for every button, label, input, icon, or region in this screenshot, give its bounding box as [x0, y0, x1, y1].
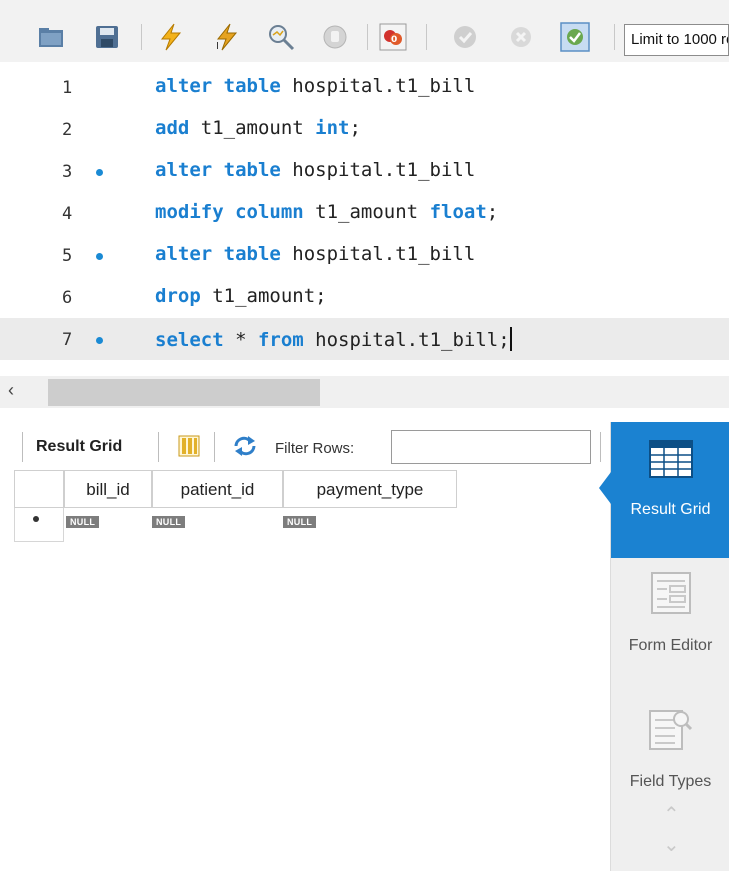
- code-text: add t1_amount int;: [155, 117, 361, 139]
- svg-text:I: I: [216, 41, 219, 51]
- side-tab-form-editor[interactable]: Form Editor: [611, 558, 729, 694]
- statement-marker-icon: [96, 253, 103, 260]
- scroll-left-icon[interactable]: ‹: [8, 380, 14, 401]
- scrollbar-thumb[interactable]: [48, 379, 320, 406]
- column-header-patient-id[interactable]: patient_id: [152, 470, 283, 508]
- table-cell[interactable]: NULL: [66, 512, 100, 530]
- line-number: 5: [62, 246, 73, 266]
- code-text: alter table hospital.t1_bill: [155, 243, 476, 265]
- editor-line-current[interactable]: 7 select * from hospital.t1_bill;: [0, 318, 729, 360]
- null-badge: NULL: [66, 516, 100, 528]
- sql-editor[interactable]: 1 alter table hospital.t1_bill 2 add t1_…: [0, 62, 729, 374]
- line-number: 7: [62, 330, 73, 350]
- side-tab-label: Field Types: [629, 773, 712, 790]
- result-side-panel: Result Grid Form Editor Field Types ⌃ ⌄: [599, 422, 729, 871]
- execute-current-icon[interactable]: I: [212, 22, 242, 52]
- line-number: 6: [62, 288, 73, 308]
- statement-marker-icon: [96, 169, 103, 176]
- stop-icon[interactable]: [320, 22, 350, 52]
- save-icon[interactable]: [92, 22, 122, 52]
- new-row-marker[interactable]: [14, 508, 64, 542]
- editor-line[interactable]: 3 alter table hospital.t1_bill: [0, 150, 729, 192]
- new-row-icon: [33, 516, 39, 522]
- column-header-payment-type[interactable]: payment_type: [283, 470, 457, 508]
- query-toolbar: I 0 Limit to 1000 rows: [0, 0, 729, 62]
- null-badge: NULL: [152, 516, 186, 528]
- rollback-icon[interactable]: [506, 22, 536, 52]
- refresh-icon[interactable]: [232, 435, 258, 457]
- svg-text:0: 0: [391, 35, 397, 45]
- grid-corner-header: [14, 470, 64, 508]
- table-cell[interactable]: NULL: [152, 512, 186, 530]
- side-tab-label: Form Editor: [628, 637, 713, 654]
- limit-rows-select[interactable]: Limit to 1000 rows: [624, 24, 729, 56]
- code-text: drop t1_amount;: [155, 285, 327, 307]
- side-tab-label: Result Grid: [630, 501, 711, 518]
- editor-line[interactable]: 5 alter table hospital.t1_bill: [0, 234, 729, 276]
- field-types-icon: [649, 708, 693, 755]
- column-layout-icon[interactable]: [178, 435, 200, 457]
- editor-line[interactable]: 6 drop t1_amount;: [0, 276, 729, 318]
- side-tab-result-grid[interactable]: Result Grid: [599, 422, 729, 558]
- open-folder-icon[interactable]: [36, 22, 66, 52]
- result-toolbar: Result Grid Filter Rows:: [0, 422, 610, 470]
- code-text: modify column t1_amount float;: [155, 201, 499, 223]
- autocommit-icon[interactable]: [560, 22, 590, 52]
- editor-horizontal-scrollbar[interactable]: ‹: [0, 376, 729, 408]
- chevron-down-icon[interactable]: ⌄: [663, 832, 680, 857]
- line-number: 3: [62, 162, 73, 182]
- filter-rows-input[interactable]: [391, 430, 591, 464]
- null-badge: NULL: [283, 516, 317, 528]
- explain-icon[interactable]: [266, 22, 296, 52]
- code-text: alter table hospital.t1_bill: [155, 159, 476, 181]
- result-grid-tab-label[interactable]: Result Grid: [36, 438, 122, 456]
- table-cell[interactable]: NULL: [283, 512, 317, 530]
- result-grid-icon: [649, 440, 693, 483]
- line-number: 4: [62, 204, 73, 224]
- form-editor-icon: [651, 572, 691, 619]
- line-number: 1: [62, 78, 73, 98]
- filter-rows-label: Filter Rows:: [275, 440, 355, 457]
- column-header-bill-id[interactable]: bill_id: [64, 470, 152, 508]
- code-text: select * from hospital.t1_bill;: [155, 327, 512, 351]
- execute-icon[interactable]: [156, 22, 186, 52]
- text-caret: [509, 327, 512, 351]
- statement-marker-icon: [96, 337, 103, 344]
- editor-line[interactable]: 4 modify column t1_amount float;: [0, 192, 729, 234]
- code-text: alter table hospital.t1_bill: [155, 75, 476, 97]
- editor-line[interactable]: 1 alter table hospital.t1_bill: [0, 66, 729, 108]
- toggle-error-icon[interactable]: 0: [378, 22, 408, 52]
- commit-icon[interactable]: [450, 22, 480, 52]
- chevron-up-icon[interactable]: ⌃: [663, 802, 680, 827]
- editor-line[interactable]: 2 add t1_amount int;: [0, 108, 729, 150]
- active-tab-pointer: [599, 472, 611, 504]
- line-number: 2: [62, 120, 73, 140]
